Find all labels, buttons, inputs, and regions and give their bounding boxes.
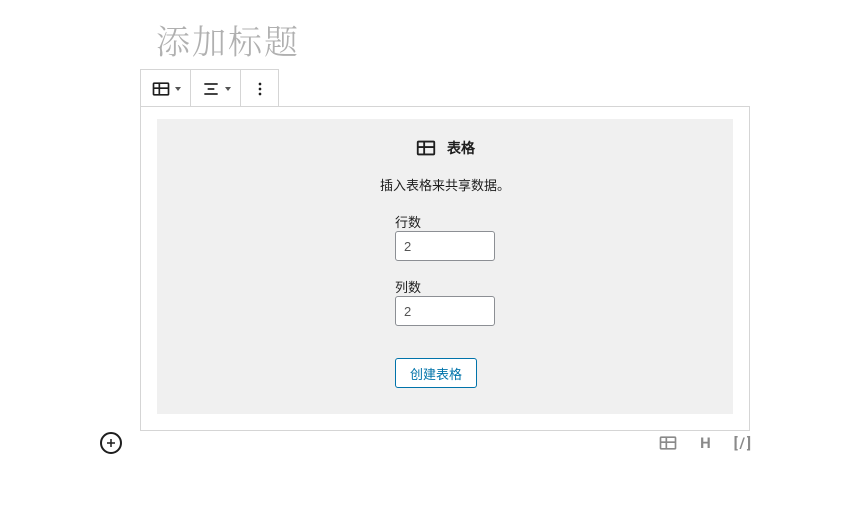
align-button[interactable]	[191, 70, 241, 107]
create-table-button[interactable]: 创建表格	[395, 358, 477, 388]
cols-input[interactable]	[395, 296, 495, 326]
heading-block-suggestion[interactable]: H	[700, 434, 712, 452]
table-block-suggestion[interactable]	[658, 433, 678, 453]
more-vertical-icon	[250, 79, 270, 99]
post-title-input[interactable]: 添加标题	[156, 15, 300, 64]
plus-icon	[105, 437, 117, 449]
placeholder-form: 行数 列数 创建表格	[395, 212, 495, 388]
table-icon	[415, 137, 437, 159]
chevron-down-icon	[225, 87, 231, 91]
placeholder-title: 表格	[447, 138, 475, 158]
block-toolbar	[140, 69, 279, 108]
inserter-suggestions: H [ / ]	[658, 433, 750, 453]
rows-label: 行数	[395, 212, 495, 231]
more-options-button[interactable]	[241, 70, 278, 107]
table-placeholder: 表格 插入表格来共享数据。 行数 列数 创建表格	[157, 119, 733, 414]
add-block-button[interactable]	[100, 432, 122, 454]
placeholder-description: 插入表格来共享数据。	[380, 175, 510, 194]
table-icon	[151, 79, 171, 99]
table-block: 表格 插入表格来共享数据。 行数 列数 创建表格	[140, 106, 750, 431]
chevron-down-icon	[175, 87, 181, 91]
block-appender-row: H [ / ]	[100, 432, 750, 454]
placeholder-header: 表格	[415, 137, 475, 159]
cols-label: 列数	[395, 277, 495, 296]
block-type-button[interactable]	[141, 70, 191, 107]
rows-input[interactable]	[395, 231, 495, 261]
shortcode-block-suggestion[interactable]: [ / ]	[734, 434, 750, 452]
align-icon	[201, 79, 221, 99]
